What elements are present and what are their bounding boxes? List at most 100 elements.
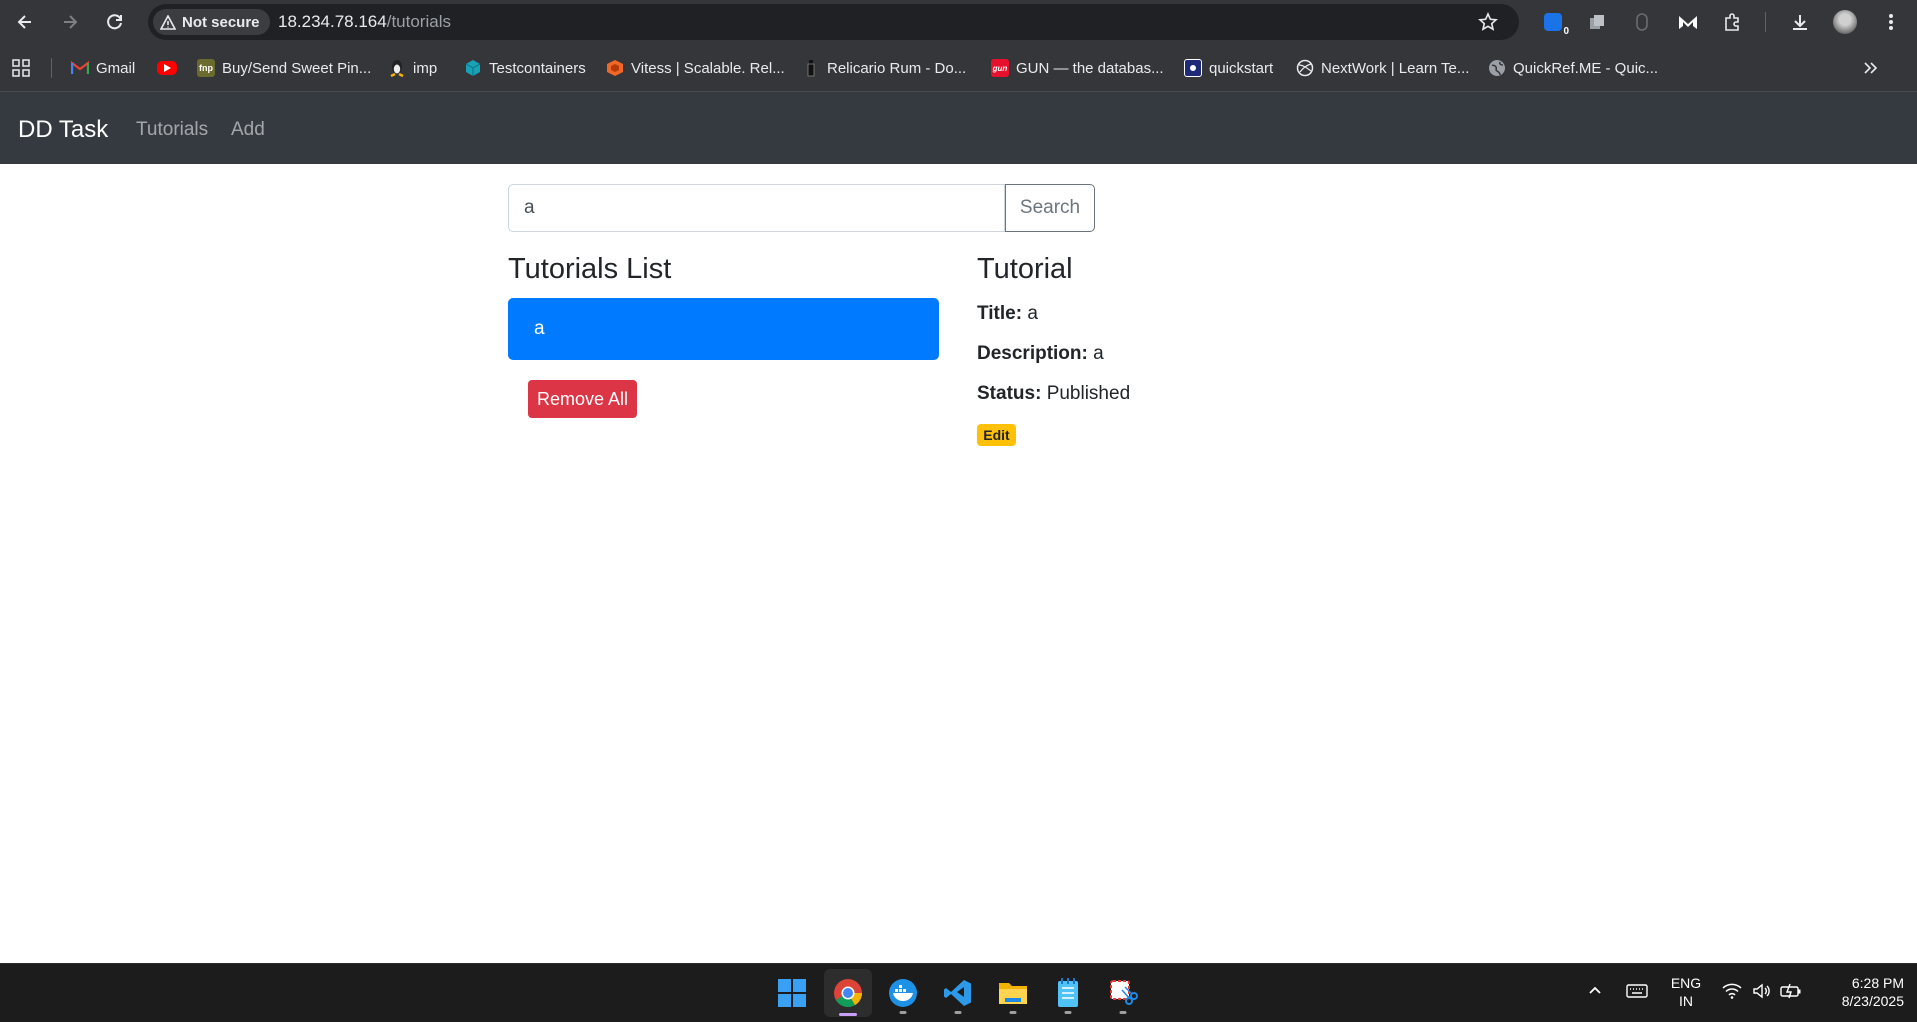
bookmark-quickstart[interactable]: quickstart bbox=[1184, 56, 1273, 80]
bookmark-label: Testcontainers bbox=[489, 59, 586, 77]
taskbar-chrome[interactable] bbox=[824, 969, 872, 1017]
malwarebytes-extension-button[interactable] bbox=[1674, 8, 1702, 36]
bookmark-vitess[interactable]: Vitess | Scalable. Rel... bbox=[606, 56, 785, 80]
bookmark-label: QuickRef.ME - Quic... bbox=[1513, 59, 1659, 77]
relicario-icon bbox=[802, 59, 820, 77]
bookmark-youtube[interactable] bbox=[157, 56, 177, 80]
forward-button[interactable] bbox=[56, 8, 84, 36]
double-chevron-right-icon bbox=[1864, 62, 1878, 74]
detail-status-row: Status: Published bbox=[977, 383, 1130, 405]
testcontainers-icon bbox=[464, 59, 482, 77]
copy-extension-icon bbox=[1590, 15, 1604, 29]
docker-icon bbox=[889, 979, 917, 1007]
quick-settings-button[interactable] bbox=[1722, 983, 1802, 999]
description-label: Description: bbox=[977, 343, 1088, 364]
back-button[interactable] bbox=[11, 8, 39, 36]
clock-date: 8/23/2025 bbox=[1841, 993, 1904, 1009]
file-explorer-icon bbox=[999, 983, 1027, 1004]
bookmark-label: quickstart bbox=[1209, 59, 1274, 77]
title-value: a bbox=[1027, 303, 1038, 324]
status-label: Status: bbox=[977, 383, 1042, 404]
detail-title-row: Title: a bbox=[977, 303, 1038, 325]
bookmark-gun[interactable]: gun GUN — the databas... bbox=[991, 56, 1164, 80]
malwarebytes-icon bbox=[1679, 16, 1697, 29]
bookmark-label: NextWork | Learn Te... bbox=[1321, 59, 1470, 77]
address-bar[interactable]: Not secure 18.234.78.164/tutorials bbox=[148, 4, 1519, 40]
reload-button[interactable] bbox=[101, 8, 129, 36]
linux-penguin-icon bbox=[388, 59, 406, 77]
bookmark-label: Relicario Rum - Do... bbox=[827, 59, 967, 77]
security-label: Not secure bbox=[182, 13, 260, 31]
bookmarks-bar: Gmail fnp Buy/Send Sweet Pin... imp Test… bbox=[0, 44, 1917, 92]
app-brand[interactable]: DD Task bbox=[18, 92, 108, 168]
tutorial-detail-heading: Tutorial bbox=[977, 253, 1073, 285]
touch-keyboard-button[interactable] bbox=[1626, 983, 1648, 1003]
downloads-button[interactable] bbox=[1786, 8, 1814, 36]
taskbar-file-explorer[interactable] bbox=[989, 969, 1037, 1017]
bookmark-testcontainers[interactable]: Testcontainers bbox=[464, 56, 586, 80]
fnp-icon: fnp bbox=[197, 59, 215, 77]
youtube-icon bbox=[157, 61, 177, 75]
mouse-extension-icon bbox=[1636, 13, 1648, 31]
avatar bbox=[1833, 10, 1857, 34]
bookmark-relicario[interactable]: Relicario Rum - Do... bbox=[802, 56, 966, 80]
extension-button-1[interactable]: 0 bbox=[1539, 8, 1569, 37]
profile-button[interactable] bbox=[1831, 8, 1859, 36]
input-language-button[interactable]: ENG IN bbox=[1669, 974, 1703, 1010]
windows-taskbar: ENG IN 6:28 PM 8/23/2025 bbox=[0, 963, 1917, 1022]
bookmark-star-button[interactable] bbox=[1474, 8, 1502, 36]
language-code: ENG bbox=[1670, 975, 1702, 991]
status-value: Published bbox=[1046, 383, 1131, 404]
title-label: Title: bbox=[977, 303, 1023, 324]
battery-charging-icon bbox=[1780, 983, 1801, 999]
url-host: 18.234.78.164 bbox=[278, 12, 387, 31]
download-icon bbox=[1793, 15, 1807, 30]
description-value: a bbox=[1093, 343, 1104, 364]
edit-button[interactable]: Edit bbox=[977, 424, 1016, 446]
back-arrow-icon bbox=[17, 15, 31, 29]
apps-grid-icon bbox=[12, 59, 30, 77]
extension-button-3[interactable] bbox=[1628, 8, 1656, 36]
bookmark-label: Buy/Send Sweet Pin... bbox=[222, 59, 372, 77]
nav-link-tutorials[interactable]: Tutorials bbox=[136, 92, 208, 168]
bookmark-label: GUN — the databas... bbox=[1016, 59, 1164, 77]
puzzle-icon bbox=[1725, 13, 1739, 31]
extension-badge: 0 bbox=[1563, 26, 1569, 37]
chrome-icon bbox=[834, 979, 862, 1007]
wifi-icon bbox=[1722, 983, 1742, 999]
taskbar-docker[interactable] bbox=[879, 969, 927, 1017]
chevron-up-icon bbox=[1589, 986, 1601, 994]
start-button[interactable] bbox=[768, 969, 816, 1017]
extension-blue-icon: 0 bbox=[1544, 13, 1569, 37]
app-navbar: DD Task Tutorials Add bbox=[0, 92, 1917, 164]
list-item[interactable]: a bbox=[508, 298, 939, 360]
search-input[interactable] bbox=[508, 184, 1005, 232]
more-bookmarks-button[interactable] bbox=[1862, 56, 1878, 80]
bookmark-nextwork[interactable]: NextWork | Learn Te... bbox=[1296, 56, 1469, 80]
taskbar-vscode[interactable] bbox=[934, 969, 982, 1017]
show-hidden-icons-button[interactable] bbox=[1587, 982, 1603, 1002]
bookmarks-divider bbox=[51, 58, 52, 78]
nav-link-add[interactable]: Add bbox=[231, 92, 265, 168]
kebab-menu-icon bbox=[1889, 14, 1893, 30]
apps-button[interactable] bbox=[11, 56, 31, 80]
bookmark-imp[interactable]: imp bbox=[388, 56, 437, 80]
clock[interactable]: 6:28 PM 8/23/2025 bbox=[1820, 974, 1904, 1010]
vitess-icon bbox=[606, 59, 624, 77]
running-indicator bbox=[899, 1011, 907, 1014]
toolbar-divider bbox=[1765, 12, 1766, 32]
site-security-chip[interactable]: Not secure bbox=[153, 9, 270, 35]
taskbar-notepad[interactable] bbox=[1044, 969, 1092, 1017]
bookmark-quickref[interactable]: QuickRef.ME - Quic... bbox=[1488, 56, 1658, 80]
extensions-button[interactable] bbox=[1719, 8, 1747, 36]
extension-button-2[interactable] bbox=[1583, 8, 1611, 36]
search-button[interactable]: Search bbox=[1005, 184, 1095, 232]
bookmark-label: imp bbox=[413, 59, 438, 77]
bookmark-gmail[interactable]: Gmail bbox=[71, 56, 135, 80]
bookmark-fnp[interactable]: fnp Buy/Send Sweet Pin... bbox=[197, 56, 371, 80]
remove-all-button[interactable]: Remove All bbox=[528, 380, 637, 418]
browser-menu-button[interactable] bbox=[1877, 8, 1905, 36]
url-text[interactable]: 18.234.78.164/tutorials bbox=[278, 4, 451, 40]
taskbar-snipping-tool[interactable] bbox=[1099, 969, 1147, 1017]
gun-icon: gun bbox=[991, 59, 1009, 77]
